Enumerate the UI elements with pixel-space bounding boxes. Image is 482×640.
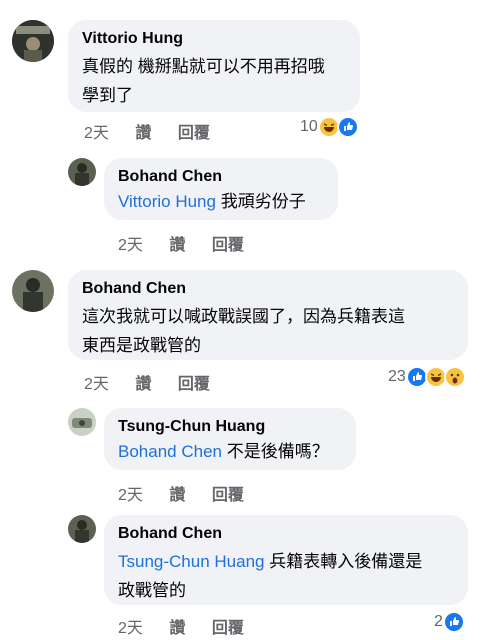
comment-actions: 2天 讚 回覆 bbox=[84, 370, 232, 394]
comment-time[interactable]: 2天 bbox=[118, 614, 143, 638]
reaction-summary[interactable]: 23 bbox=[388, 366, 466, 388]
avatar-image bbox=[68, 515, 96, 543]
comment-author[interactable]: Bohand Chen bbox=[118, 167, 324, 187]
comment-text: Vittorio Hung 我頑劣份子 bbox=[118, 192, 306, 211]
reply-button[interactable]: 回覆 bbox=[212, 481, 244, 505]
reaction-count: 2 bbox=[434, 613, 443, 630]
comment-bubble: Bohand Chen Vittorio Hung 我頑劣份子 bbox=[104, 158, 338, 220]
avatar[interactable] bbox=[12, 270, 54, 312]
reply-button[interactable]: 回覆 bbox=[212, 614, 244, 638]
comment-time[interactable]: 2天 bbox=[84, 370, 109, 394]
reaction-count: 10 bbox=[300, 118, 318, 135]
comment-text: 這次我就可以喊政戰誤國了，因為兵籍表這 東西是政戰管的 bbox=[82, 307, 405, 355]
avatar[interactable] bbox=[68, 515, 96, 543]
comment-actions: 2天 讚 回覆 bbox=[118, 614, 266, 638]
like-reaction-icon bbox=[442, 611, 465, 633]
like-button[interactable]: 讚 bbox=[135, 119, 151, 143]
comment-author[interactable]: Vittorio Hung bbox=[82, 29, 346, 49]
like-button[interactable]: 讚 bbox=[169, 231, 185, 255]
comment-bubble: Vittorio Hung 真假的 機掰點就可以不用再招哦 學到了 bbox=[68, 20, 360, 112]
avatar-image bbox=[68, 158, 96, 186]
reaction-summary[interactable]: 10 bbox=[300, 116, 359, 138]
comment-time[interactable]: 2天 bbox=[118, 481, 143, 505]
avatar[interactable] bbox=[68, 408, 96, 436]
comment-text: 真假的 機掰點就可以不用再招哦 學到了 bbox=[82, 57, 325, 105]
comment-bubble: Tsung-Chun Huang Bohand Chen 不是後備嗎？ bbox=[104, 408, 356, 470]
comment-text: Tsung-Chun Huang 兵籍表轉入後備還是 政戰管的 bbox=[118, 552, 423, 600]
comment-bubble: Bohand Chen Tsung-Chun Huang 兵籍表轉入後備還是 政… bbox=[104, 515, 468, 605]
reply-button[interactable]: 回覆 bbox=[212, 231, 244, 255]
comment-author[interactable]: Bohand Chen bbox=[118, 524, 454, 544]
avatar-image bbox=[68, 408, 96, 436]
reaction-summary[interactable]: 2 bbox=[434, 611, 465, 633]
reaction-count: 23 bbox=[388, 368, 406, 385]
comment-actions: 2天 讚 回覆 bbox=[118, 231, 266, 255]
comment-actions: 2天 讚 回覆 bbox=[118, 481, 266, 505]
comment-author[interactable]: Bohand Chen bbox=[82, 279, 454, 299]
comment-bubble: Bohand Chen 這次我就可以喊政戰誤國了，因為兵籍表這 東西是政戰管的 bbox=[68, 270, 468, 360]
comment-author[interactable]: Tsung-Chun Huang bbox=[118, 417, 342, 437]
mention-link[interactable]: Vittorio Hung bbox=[118, 192, 216, 211]
comment-time[interactable]: 2天 bbox=[118, 231, 143, 255]
avatar[interactable] bbox=[68, 158, 96, 186]
avatar-image bbox=[12, 270, 54, 312]
comment-text: Bohand Chen 不是後備嗎？ bbox=[118, 442, 329, 461]
like-button[interactable]: 讚 bbox=[135, 370, 151, 394]
like-button[interactable]: 讚 bbox=[169, 614, 185, 638]
like-reaction-icon bbox=[336, 116, 359, 138]
reply-button[interactable]: 回覆 bbox=[178, 119, 210, 143]
mention-link[interactable]: Tsung-Chun Huang bbox=[118, 552, 264, 571]
avatar[interactable] bbox=[12, 20, 54, 62]
comment-time[interactable]: 2天 bbox=[84, 119, 109, 143]
mention-link[interactable]: Bohand Chen bbox=[118, 442, 222, 461]
comment-actions: 2天 讚 回覆 bbox=[84, 119, 232, 143]
wow-emoji-icon bbox=[443, 366, 466, 388]
avatar-image bbox=[12, 20, 54, 62]
like-button[interactable]: 讚 bbox=[169, 481, 185, 505]
reply-button[interactable]: 回覆 bbox=[178, 370, 210, 394]
